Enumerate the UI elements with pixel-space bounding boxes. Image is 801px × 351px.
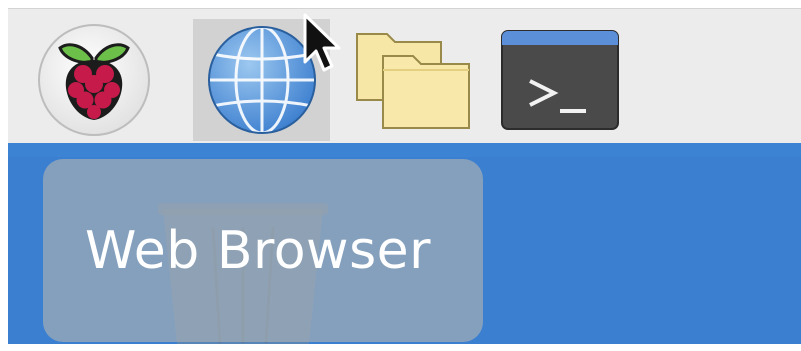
terminal-icon	[501, 30, 619, 130]
tooltip-label: Web Browser	[84, 220, 432, 281]
menu-button[interactable]	[30, 19, 158, 141]
desktop: Web Browser	[8, 143, 801, 344]
mouse-cursor-icon	[302, 12, 342, 78]
folders-icon	[355, 33, 470, 129]
taskbar	[8, 8, 801, 144]
bottom-border	[8, 344, 801, 351]
file-manager-button[interactable]	[350, 19, 475, 141]
terminal-button[interactable]	[496, 19, 624, 141]
raspberry-pi-icon	[38, 24, 150, 136]
screen: Web Browser	[0, 0, 801, 351]
tooltip: Web Browser	[43, 159, 483, 342]
